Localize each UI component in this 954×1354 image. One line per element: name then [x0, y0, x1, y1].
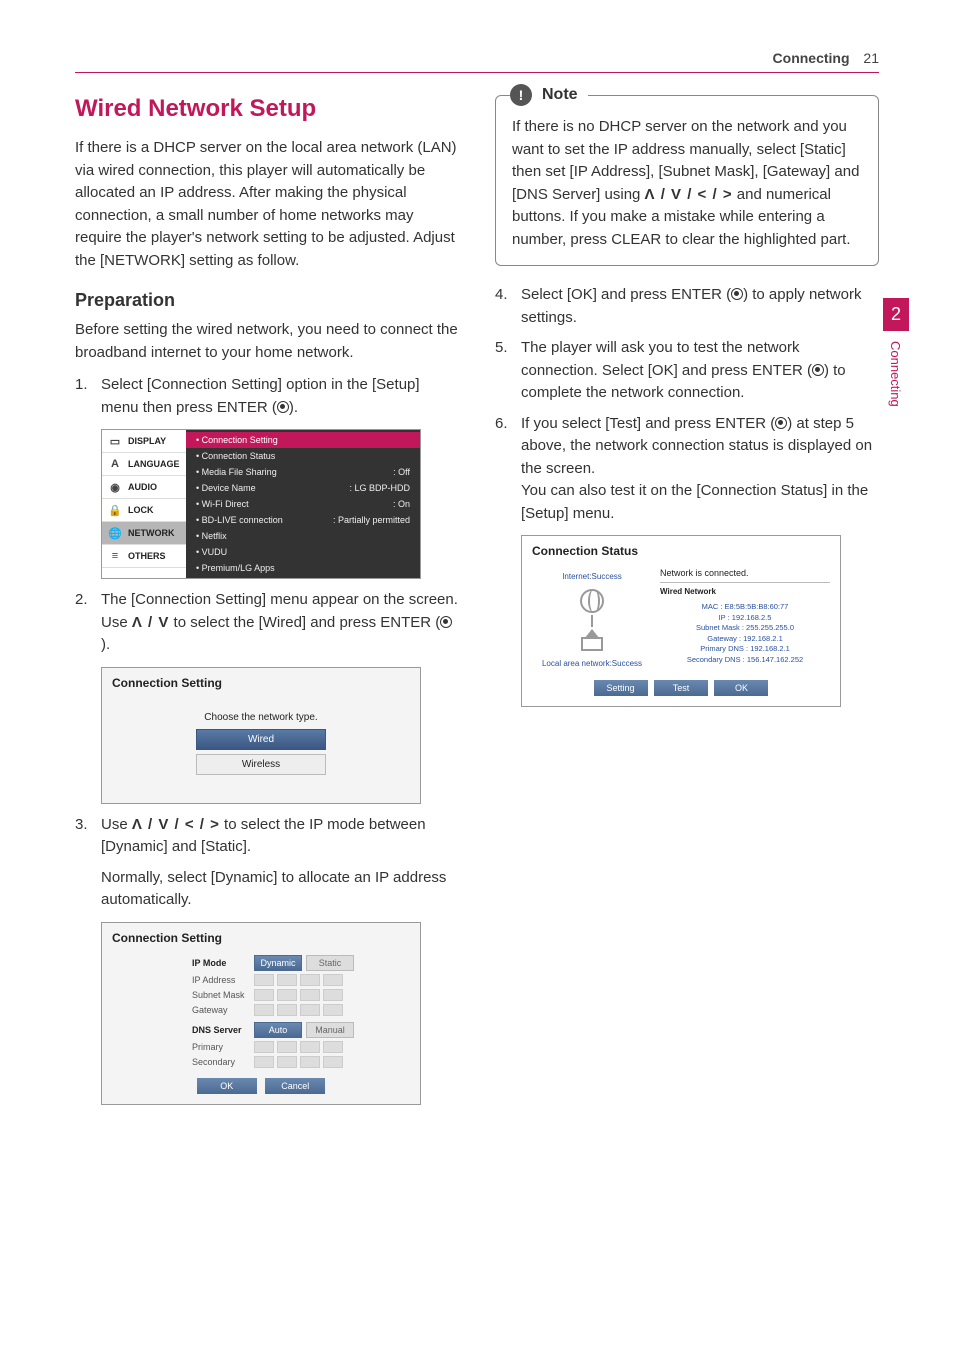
- setup-menu-screenshot: ▭DISPLAY ALANGUAGE ◉AUDIO 🔒LOCK 🌐NETWORK…: [101, 429, 421, 579]
- enter-icon: [440, 616, 452, 628]
- intro-paragraph: If there is a DHCP server on the local a…: [75, 137, 459, 272]
- display-icon: ▭: [108, 435, 122, 447]
- network-diagram-icon: [567, 589, 617, 651]
- step-6: 6. If you select [Test] and press ENTER …: [495, 413, 879, 526]
- step-5: 5. The player will ask you to test the n…: [495, 337, 879, 405]
- nav-arrows-icon: Λ / V / < / >: [132, 816, 220, 833]
- wired-option: Wired: [196, 729, 326, 750]
- enter-icon: [731, 288, 743, 300]
- cancel-button: Cancel: [265, 1078, 325, 1094]
- audio-icon: ◉: [108, 481, 122, 493]
- preparation-text: Before setting the wired network, you ne…: [75, 319, 459, 364]
- enter-icon: [812, 364, 824, 376]
- network-icon: 🌐: [108, 527, 122, 539]
- step-3-note: Normally, select [Dynamic] to allocate a…: [101, 867, 459, 912]
- lock-icon: 🔒: [108, 504, 122, 516]
- page-header: Connecting 21: [75, 50, 879, 73]
- connection-status-screenshot: Connection Status Internet:Success Local…: [521, 535, 841, 707]
- test-button: Test: [654, 680, 708, 696]
- step-2: 2. The [Connection Setting] menu appear …: [75, 589, 459, 657]
- wireless-option: Wireless: [196, 754, 326, 775]
- right-column: ! Note If there is no DHCP server on the…: [495, 95, 879, 1115]
- enter-icon: [775, 417, 787, 429]
- ip-mode-screenshot: Connection Setting IP ModeDynamicStatic …: [101, 922, 421, 1105]
- note-icon: !: [510, 84, 532, 106]
- ok-button: OK: [197, 1078, 257, 1094]
- others-icon: ≡: [108, 550, 122, 562]
- preparation-title: Preparation: [75, 290, 459, 311]
- step-1: 1. Select [Connection Setting] option in…: [75, 374, 459, 419]
- section-label: Connecting: [883, 331, 908, 417]
- section-title: Wired Network Setup: [75, 95, 459, 123]
- note-label: Note: [542, 86, 578, 104]
- connection-type-screenshot: Connection Setting Choose the network ty…: [101, 667, 421, 804]
- section-number: 2: [883, 298, 909, 331]
- step-4: 4. Select [OK] and press ENTER () to app…: [495, 284, 879, 329]
- side-tab: 2 Connecting: [883, 298, 909, 417]
- ok-button: OK: [714, 680, 768, 696]
- left-column: Wired Network Setup If there is a DHCP s…: [75, 95, 459, 1115]
- language-icon: A: [108, 458, 122, 470]
- note-box: ! Note If there is no DHCP server on the…: [495, 95, 879, 266]
- setting-button: Setting: [594, 680, 648, 696]
- header-section: Connecting: [773, 50, 850, 66]
- step-3: 3. Use Λ / V / < / > to select the IP mo…: [75, 814, 459, 859]
- page-number: 21: [863, 50, 879, 66]
- enter-icon: [277, 401, 289, 413]
- up-down-arrows-icon: Λ / V: [132, 614, 170, 631]
- nav-arrows-icon: Λ / V / < / >: [645, 186, 733, 203]
